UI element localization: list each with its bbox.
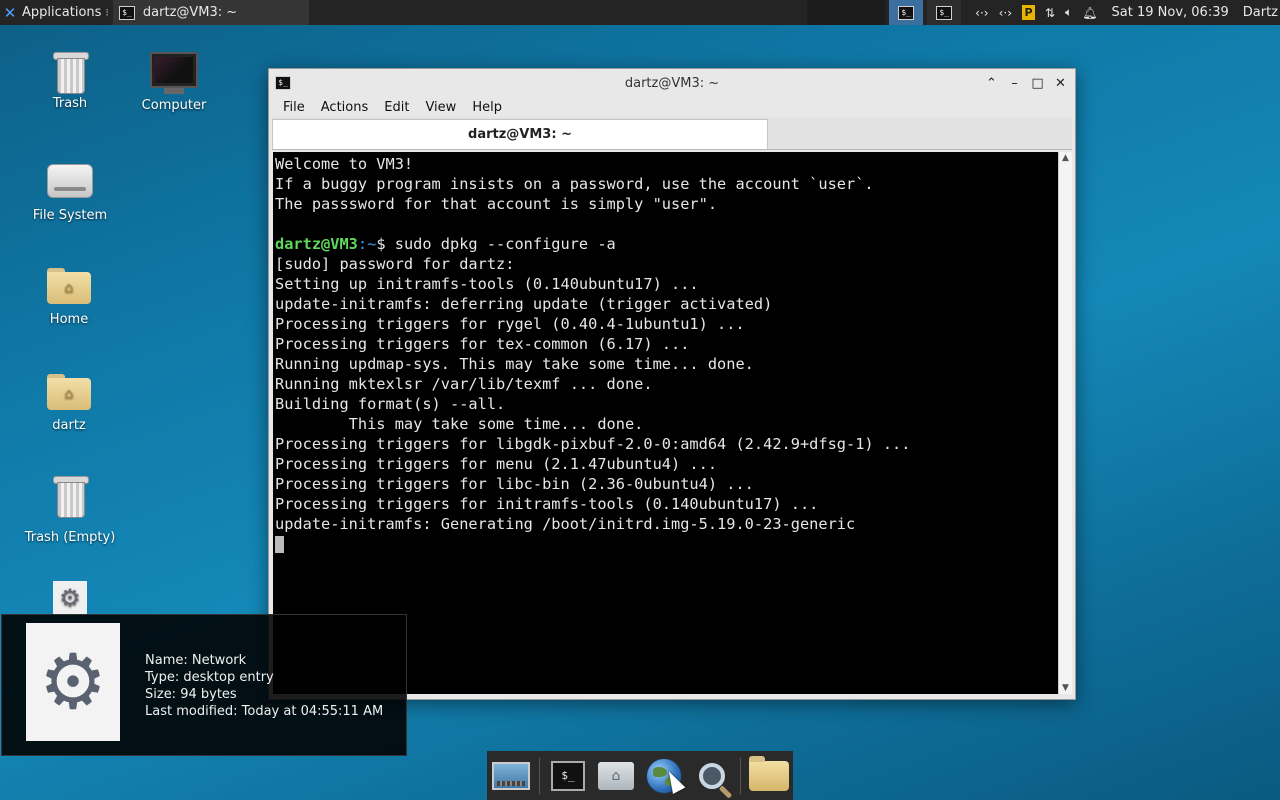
tooltip-modified: Last modified: Today at 04:55:11 AM: [145, 704, 384, 719]
dock-files[interactable]: [748, 754, 789, 798]
home-folder-icon: ⌂: [47, 268, 91, 304]
menu-edit[interactable]: Edit: [384, 100, 409, 115]
dock-search[interactable]: [692, 754, 732, 798]
top-panel: ✕ Applications ⁝ $_ dartz@VM3: ~ $_ $_ ‹…: [0, 0, 1280, 25]
terminal-icon: $_: [118, 5, 135, 20]
xfce-logo-icon: ✕: [3, 3, 17, 22]
window-title: dartz@VM3: ~: [624, 75, 720, 91]
close-icon[interactable]: ✕: [1054, 76, 1067, 91]
terminal-output-area[interactable]: Welcome to VM3! If a buggy program insis…: [273, 152, 1058, 694]
tooltip-type: Type: desktop entry: [145, 670, 274, 685]
welcome-text: Welcome to VM3! If a buggy program insis…: [275, 155, 874, 213]
scroll-up-icon[interactable]: ▲: [1059, 152, 1072, 164]
dock-terminal[interactable]: $_: [548, 754, 588, 798]
network-arrows-icon[interactable]: ‹·›: [999, 6, 1012, 20]
menu-dots-icon: ⁝: [105, 6, 109, 19]
user-menu[interactable]: Dartz: [1243, 5, 1278, 20]
prompt-path: :~: [357, 235, 377, 253]
window-titlebar[interactable]: $_ dartz@VM3: ~ ⌃ – □ ✕: [269, 69, 1075, 97]
dock-show-desktop[interactable]: [491, 754, 531, 798]
dock: $_ ⌂: [487, 751, 793, 800]
desktop-icon-label: Computer: [141, 98, 207, 113]
taskbar-item-terminal[interactable]: $_ dartz@VM3: ~: [112, 0, 309, 25]
desktop-icon-label: dartz: [52, 418, 86, 433]
dock-home[interactable]: ⌂: [596, 754, 636, 798]
maximize-icon[interactable]: □: [1031, 76, 1044, 91]
menu-file[interactable]: File: [283, 100, 305, 115]
system-tray: ‹·› ‹·› P ⇅ 🔈︎ 🔔︎: [975, 5, 1098, 20]
menu-view[interactable]: View: [425, 100, 456, 115]
workspace-1[interactable]: $_: [889, 0, 924, 25]
folder-icon: [748, 755, 789, 791]
drive-icon: [47, 164, 93, 198]
menu-actions[interactable]: Actions: [321, 100, 369, 115]
terminal-scrollbar[interactable]: ▲ ▼: [1058, 152, 1072, 694]
desktop-icon-trash[interactable]: Trash: [22, 52, 118, 111]
gear-icon: ⚙: [38, 637, 108, 726]
menu-bar: File Actions Edit View Help: [269, 97, 1075, 117]
terminal-icon: $_: [936, 5, 953, 20]
workspace-2[interactable]: $_: [927, 0, 962, 25]
text-cursor: [275, 536, 284, 553]
network-arrows-icon[interactable]: ‹·›: [975, 6, 988, 20]
tab-bar: dartz@VM3: ~: [272, 117, 1072, 150]
desktop-icon-file-system[interactable]: File System: [22, 164, 118, 223]
workspace-empty-area: [807, 0, 886, 25]
notification-bell-icon[interactable]: 🔔︎: [1082, 6, 1097, 20]
desktop-icon-label: Home: [49, 312, 89, 327]
tooltip-thumbnail: ⚙: [26, 623, 120, 741]
applications-menu[interactable]: ✕ Applications ⁝: [0, 0, 111, 25]
command-text: sudo dpkg --configure -a: [394, 235, 616, 253]
clock[interactable]: Sat 19 Nov, 06:39: [1112, 5, 1229, 20]
scroll-down-icon[interactable]: ▼: [1059, 682, 1072, 694]
tooltip-size: Size: 94 bytes: [145, 687, 237, 702]
taskbar-item-label: dartz@VM3: ~: [142, 5, 238, 20]
terminal-window[interactable]: $_ dartz@VM3: ~ ⌃ – □ ✕ File Actions Edi…: [268, 68, 1076, 700]
search-icon: [699, 762, 726, 789]
terminal-icon: $_: [275, 76, 291, 90]
desktop-icon-trash-empty[interactable]: Trash (Empty): [22, 476, 118, 545]
command-output: [sudo] password for dartz: Setting up in…: [275, 255, 911, 533]
volume-icon[interactable]: 🔈︎: [1065, 5, 1072, 20]
prompt-symbol: $: [376, 235, 395, 253]
applications-label: Applications: [22, 5, 102, 20]
show-desktop-icon: [492, 761, 531, 790]
p-badge-icon[interactable]: P: [1022, 5, 1036, 20]
minimize-icon[interactable]: –: [1008, 76, 1021, 91]
desktop-icon-computer[interactable]: Computer: [126, 52, 222, 113]
prompt-user: dartz@VM3: [275, 235, 358, 253]
shade-icon[interactable]: ⌃: [985, 76, 998, 91]
gear-icon: ⚙: [53, 581, 87, 615]
terminal-icon: $_: [898, 5, 915, 20]
file-info-tooltip: ⚙ Name: Network Type: desktop entry Size…: [1, 614, 407, 756]
terminal-icon: $_: [550, 760, 585, 791]
updown-arrows-icon[interactable]: ⇅: [1045, 6, 1055, 20]
dock-separator: [539, 757, 540, 794]
desktop-icon-dartz[interactable]: ⌂ dartz: [21, 374, 117, 433]
desktop-icon-label: Trash (Empty): [24, 530, 116, 545]
menu-help[interactable]: Help: [472, 100, 502, 115]
desktop-icon-label: File System: [32, 208, 108, 223]
tooltip-name: Name: Network: [145, 653, 247, 668]
computer-icon: [150, 52, 198, 88]
desktop-icon-network[interactable]: ⚙: [22, 581, 118, 615]
home-icon: ⌂: [597, 761, 634, 790]
home-folder-icon: ⌂: [47, 374, 91, 410]
dock-separator: [740, 757, 741, 794]
tab-terminal[interactable]: dartz@VM3: ~: [272, 119, 768, 149]
desktop-icon-label: Trash: [52, 96, 88, 111]
trash-icon: [53, 476, 89, 518]
trash-icon: [53, 52, 89, 94]
desktop-icon-home[interactable]: ⌂ Home: [21, 268, 117, 327]
